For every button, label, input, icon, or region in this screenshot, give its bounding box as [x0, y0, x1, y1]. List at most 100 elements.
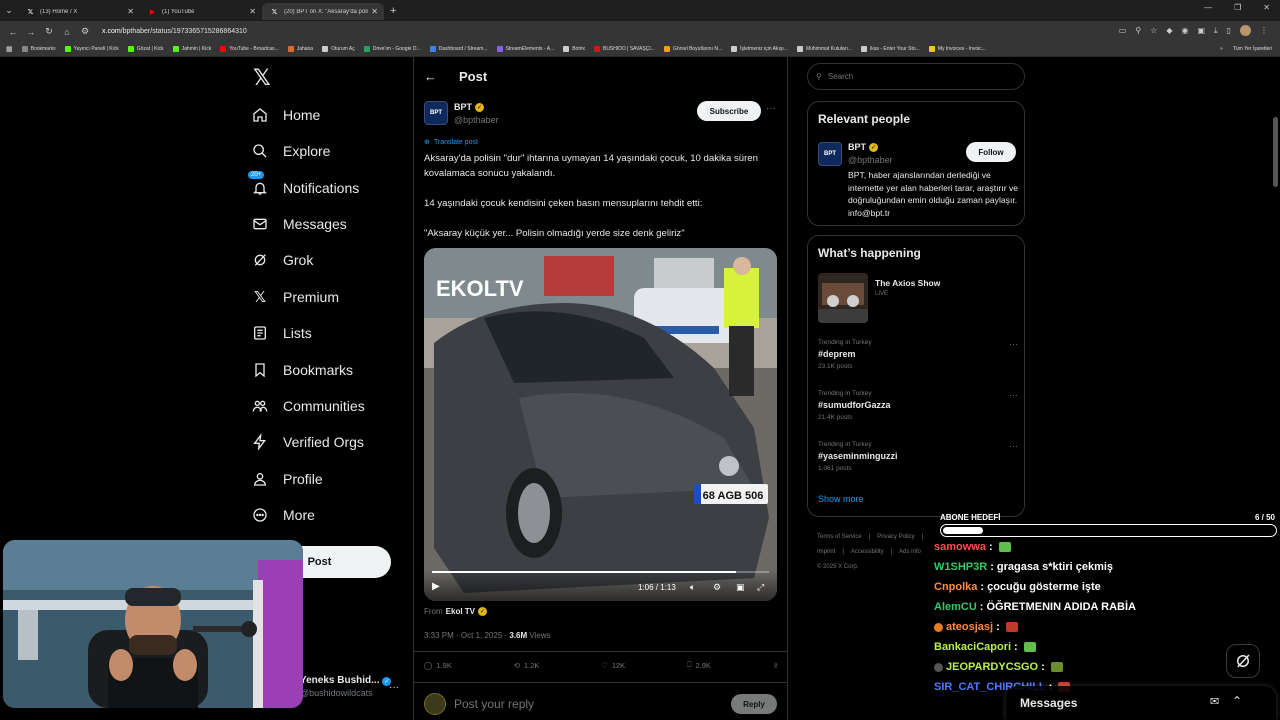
- post-more-icon[interactable]: ···: [766, 103, 776, 114]
- browser-tab-3[interactable]: 𝕏 (20) BPT on X: "Aksaray'da poli ✕: [262, 3, 384, 20]
- forward-arrow-icon[interactable]: →: [22, 27, 40, 37]
- bookmark-item[interactable]: Bookmarks: [21, 46, 56, 52]
- reply-button[interactable]: Reply: [731, 694, 777, 714]
- minimize-icon[interactable]: —: [1204, 3, 1212, 12]
- video-progress-bar[interactable]: [432, 571, 769, 573]
- star-icon[interactable]: ☆: [1150, 26, 1157, 35]
- bookmark-item[interactable]: Oturum Aç: [322, 46, 355, 52]
- live-thumbnail[interactable]: [818, 273, 868, 323]
- bookmark-item[interactable]: Jaharia: [287, 46, 313, 52]
- x-logo-icon[interactable]: 𝕏: [253, 65, 271, 91]
- trend-more-icon[interactable]: ···: [1009, 339, 1018, 349]
- bookmark-item[interactable]: YouTube - Broadcas...: [220, 46, 279, 52]
- site-info-icon[interactable]: ⚙: [76, 26, 94, 37]
- translate-post-link[interactable]: ⊕ Translate post: [424, 138, 478, 147]
- reply-action[interactable]: ◯ 1.9K: [424, 660, 452, 670]
- close-tab-icon[interactable]: ✕: [127, 7, 134, 16]
- account-more-icon[interactable]: ···: [389, 682, 399, 693]
- nav-item-explore[interactable]: Explore: [250, 139, 330, 163]
- footer-link[interactable]: Imprint: [817, 549, 835, 555]
- nav-item-notifications[interactable]: 20+ Notifications: [248, 171, 359, 200]
- restore-icon[interactable]: ❐: [1234, 3, 1241, 12]
- nav-item-lists[interactable]: Lists: [250, 321, 312, 345]
- bookmark-item[interactable]: BUSHIDO | SAVAŞÇI...: [593, 46, 655, 52]
- bookmark-item[interactable]: Gözat | Kick: [127, 46, 164, 52]
- bookmark-item[interactable]: Jahmin | Kick: [172, 46, 211, 52]
- subscribe-button[interactable]: Subscribe: [697, 101, 761, 121]
- picture-in-picture-icon[interactable]: ▣: [736, 582, 745, 593]
- footer-link[interactable]: Terms of Service: [817, 534, 862, 540]
- footer-link[interactable]: Privacy Policy: [877, 534, 914, 540]
- grok-button[interactable]: [1226, 644, 1260, 678]
- home-browser-icon[interactable]: ⌂: [58, 27, 76, 37]
- nav-item-premium[interactable]: 𝕏 Premium: [250, 285, 339, 309]
- bookmark-item[interactable]: İşletmeniz için Akışı...: [731, 46, 788, 52]
- bookmark-item[interactable]: StreamElements - A...: [496, 46, 554, 52]
- bookmark-item[interactable]: Mühimmat Kutuları...: [796, 46, 852, 52]
- bookmark-item[interactable]: Dashboard / Stream...: [429, 46, 488, 52]
- trend-item[interactable]: Trending in Turkey #yaseminminguzzi 1,06…: [818, 441, 1018, 472]
- author-avatar[interactable]: BPT: [818, 142, 842, 166]
- close-window-icon[interactable]: ✕: [1263, 3, 1270, 12]
- back-arrow-icon[interactable]: ←: [4, 27, 22, 37]
- bookmark-item[interactable]: Yayıncı Paneli | Kick: [64, 46, 119, 52]
- tab-search-icon[interactable]: ⌄: [0, 5, 18, 16]
- share-action[interactable]: ⇪: [773, 660, 779, 670]
- new-message-icon[interactable]: ✉: [1210, 695, 1219, 708]
- browser-tab-1[interactable]: 𝕏 (13) Home / X ✕: [18, 3, 140, 20]
- fullscreen-icon[interactable]: ⤢: [757, 582, 764, 593]
- menu-icon[interactable]: ⋮: [1260, 26, 1268, 35]
- trend-more-icon[interactable]: ···: [1009, 390, 1018, 400]
- nav-item-more[interactable]: More: [250, 503, 315, 527]
- extension-icon[interactable]: ◉: [1182, 26, 1189, 35]
- download-icon[interactable]: ⤓: [1214, 26, 1218, 36]
- like-action[interactable]: ♡ 12K: [601, 660, 625, 670]
- nav-item-communities[interactable]: Communities: [250, 394, 365, 418]
- author-avatar[interactable]: BPT: [424, 101, 448, 125]
- extension-icon[interactable]: ◆: [1166, 26, 1172, 35]
- bookmark-item[interactable]: My Invoices - Invoic...: [928, 46, 986, 52]
- bookmark-item[interactable]: Görsel Boyutlarını N...: [663, 46, 722, 52]
- repost-action[interactable]: ⟲ 1.2K: [514, 660, 540, 670]
- profile-avatar[interactable]: [1240, 25, 1251, 36]
- post-timestamp[interactable]: 3:33 PM · Oct 1, 2025 ·: [424, 631, 509, 640]
- bookmark-item[interactable]: Botrix: [563, 46, 585, 52]
- post-video[interactable]: 68 AGB 506 EKOLTV ▶ 1:06 / 1:13 🔈︎ ⚙ ▣ ⤢: [424, 248, 777, 601]
- reply-input[interactable]: Post your reply: [454, 697, 534, 711]
- cast-icon[interactable]: ▭: [1119, 26, 1127, 35]
- url-field[interactable]: x.com/bpthaber/status/197336571528686431…: [102, 28, 247, 35]
- person-name-row[interactable]: BPT ✓: [848, 142, 878, 152]
- nav-item-verified-orgs[interactable]: Verified Orgs: [250, 430, 364, 454]
- bookmarks-more-icon[interactable]: »: [1220, 46, 1223, 52]
- show-more-link[interactable]: Show more: [818, 494, 864, 504]
- reload-icon[interactable]: ↻: [40, 26, 58, 37]
- nav-item-messages[interactable]: Messages: [250, 212, 347, 236]
- bookmark-action[interactable]: ⎕ 2.9K: [687, 660, 711, 670]
- apps-grid-icon[interactable]: ▦: [6, 45, 13, 53]
- chevron-up-icon[interactable]: ⌃: [1232, 694, 1242, 708]
- zoom-icon[interactable]: ⚲: [1135, 26, 1141, 35]
- all-bookmarks-folder[interactable]: Tüm Yer İşaretleri: [1233, 46, 1272, 52]
- live-title[interactable]: The Axios Show: [875, 278, 940, 288]
- play-icon[interactable]: ▶: [432, 581, 440, 592]
- footer-link[interactable]: Accessibility: [851, 549, 884, 555]
- nav-item-bookmarks[interactable]: Bookmarks: [250, 358, 353, 382]
- settings-gear-icon[interactable]: ⚙: [713, 582, 721, 593]
- trend-item[interactable]: Trending in Turkey #sumudforGazza 21.4K …: [818, 390, 1018, 421]
- account-switcher[interactable]: Yeneks Bushid... ✓ @bushidowildcats: [300, 675, 392, 698]
- volume-icon[interactable]: 🔈︎: [690, 582, 695, 593]
- follow-button[interactable]: Follow: [966, 142, 1016, 162]
- author-name-row[interactable]: BPT ✓: [454, 102, 484, 112]
- messages-dock[interactable]: Messages ✉ ⌃: [1006, 686, 1276, 720]
- close-tab-icon[interactable]: ✕: [371, 7, 378, 16]
- source-name[interactable]: Ekol TV: [446, 607, 475, 616]
- search-input[interactable]: ⚲ Search: [807, 63, 1025, 90]
- close-tab-icon[interactable]: ✕: [249, 7, 256, 16]
- browser-tab-2[interactable]: ▶ (1) YouTube ✕: [140, 3, 262, 20]
- back-arrow-icon[interactable]: ←: [424, 69, 437, 84]
- nav-item-home[interactable]: Home: [250, 103, 320, 127]
- trend-more-icon[interactable]: ···: [1009, 441, 1018, 451]
- nav-item-grok[interactable]: Grok: [250, 248, 313, 272]
- new-tab-icon[interactable]: +: [390, 5, 396, 17]
- scrollbar[interactable]: [1273, 117, 1278, 187]
